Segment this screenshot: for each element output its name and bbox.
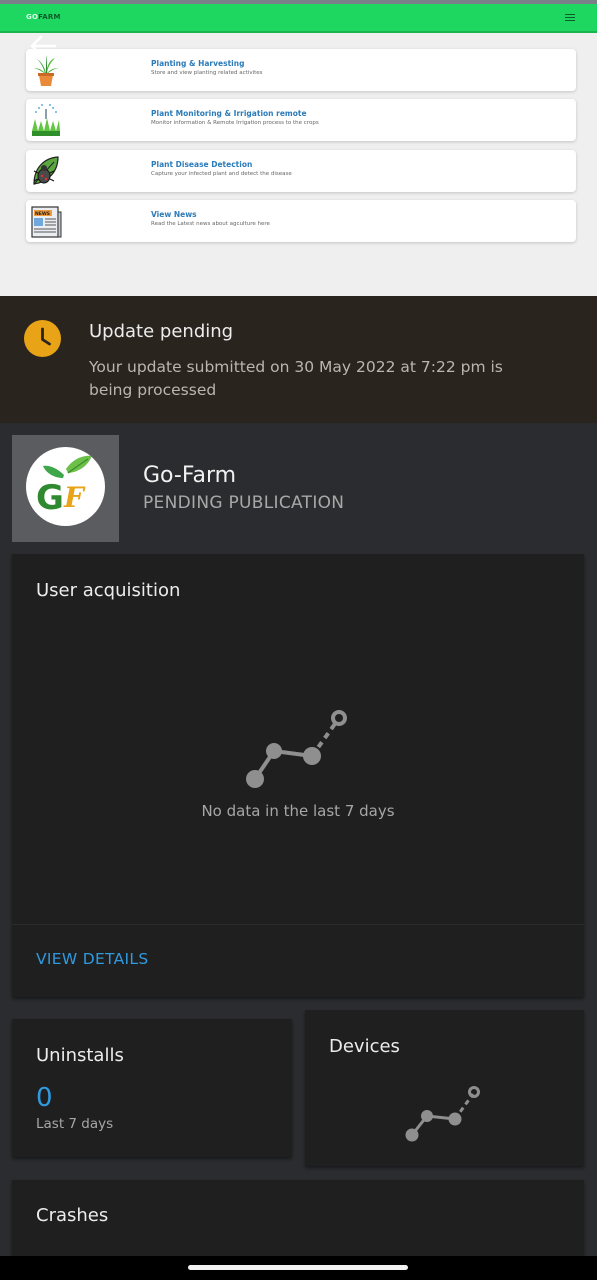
system-navigation-bar [0,1256,597,1280]
uninstalls-count: 0 [36,1083,53,1113]
svg-text:G: G [36,478,64,518]
banner-message: Your update submitted on 30 May 2022 at … [89,358,503,399]
view-details-link[interactable]: VIEW DETAILS [36,950,148,968]
feature-card-monitoring: Plant Monitoring & Irrigation remote Mon… [26,99,576,141]
app-logo: G F [26,447,105,526]
newspaper-icon: NEWS [31,206,62,238]
feature-title: Planting & Harvesting [151,59,245,68]
user-acquisition-card: User acquisition No data in the last 7 d… [12,554,584,997]
feature-title: Plant Disease Detection [151,160,253,169]
back-arrow-icon[interactable] [28,34,58,58]
sprinkler-grass-icon [32,104,60,136]
home-gesture-handle[interactable] [188,1265,408,1270]
feature-title: View News [151,210,197,219]
card-title: User acquisition [36,580,181,601]
line-chart-placeholder-icon [405,1086,480,1142]
feature-desc: Monitor information & Remote Irrigation … [151,120,319,126]
feature-card-news: NEWS View News Read the Latest news abou… [26,200,576,242]
app-status: PENDING PUBLICATION [143,493,345,513]
app-icon: G F [12,435,119,542]
feature-title: Plant Monitoring & Irrigation remote [151,109,307,118]
feature-desc: Read the Latest news about agculture her… [151,221,270,227]
uninstalls-card[interactable]: Uninstalls 0 Last 7 days [12,1019,292,1157]
clock-icon [24,320,61,357]
feature-desc: Capture your infected plant and detect t… [151,171,292,177]
feature-desc: Store and view planting related activite… [151,70,263,76]
period-label: Last 7 days [36,1116,114,1132]
svg-text:NEWS: NEWS [35,211,50,217]
banner-title: Update pending [89,321,234,342]
app-name: Go-Farm [143,463,237,488]
feature-card-planting: Planting & Harvesting Store and view pla… [26,49,576,91]
line-chart-placeholder-icon [246,710,347,788]
preview-menu-icon [565,14,575,23]
empty-state-text: No data in the last 7 days [201,802,395,820]
card-title: Crashes [36,1205,109,1226]
preview-logo: GOFARM [26,13,61,21]
preview-app-bar: GOFARM [0,4,597,33]
divider [12,924,584,925]
leaf-bug-icon [33,156,59,185]
gofarm-logo-icon: G F [36,455,92,518]
card-title: Devices [329,1036,400,1057]
app-preview-screenshot: GOFARM Planting & Harvesting Store and v… [0,0,597,296]
potted-plant-icon [34,55,58,86]
svg-text:F: F [63,481,86,514]
feature-card-disease: Plant Disease Detection Capture your inf… [26,150,576,192]
devices-card[interactable]: Devices [305,1010,584,1166]
card-title: Uninstalls [36,1045,124,1066]
